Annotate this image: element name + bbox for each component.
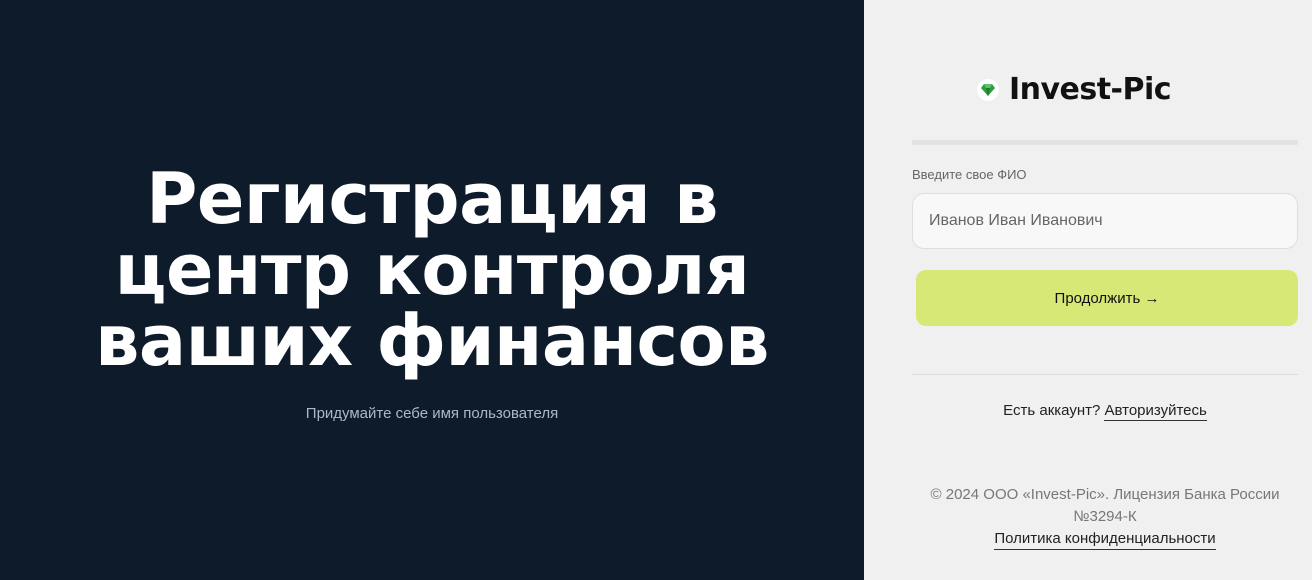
full-name-label: Введите свое ФИО <box>912 167 1027 182</box>
privacy-policy-link[interactable]: Политика конфиденциальности <box>994 530 1216 550</box>
full-name-input[interactable] <box>912 193 1298 249</box>
footer: © 2024 ООО «Invest-Pic». Лицензия Банка … <box>912 484 1298 550</box>
continue-button[interactable]: Продолжить → <box>916 270 1298 326</box>
hero-subtitle: Придумайте себе имя пользователя <box>305 405 559 422</box>
brand-name: Invest-Pic <box>1008 72 1172 107</box>
registration-panel: Invest-Pic Введите свое ФИО Продолжить →… <box>864 0 1312 580</box>
hero-title: Регистрация в центр контроля ваших финан… <box>95 164 769 377</box>
hero-title-line-2: центр контроля <box>114 229 750 311</box>
divider <box>912 140 1298 145</box>
gem-icon <box>976 78 999 101</box>
login-link[interactable]: Авторизуйтесь <box>1104 402 1207 421</box>
divider <box>912 374 1298 375</box>
login-prompt: Есть аккаунт? Авторизуйтесь <box>912 402 1298 421</box>
login-prompt-text: Есть аккаунт? <box>1003 402 1101 419</box>
hero-title-line-3: ваших финансов <box>95 300 769 382</box>
hero-panel: Регистрация в центр контроля ваших финан… <box>0 0 864 580</box>
copyright-text: © 2024 ООО «Invest-Pic». Лицензия Банка … <box>930 486 1280 525</box>
hero-title-line-1: Регистрация в <box>146 158 718 240</box>
brand: Invest-Pic <box>864 72 1284 107</box>
